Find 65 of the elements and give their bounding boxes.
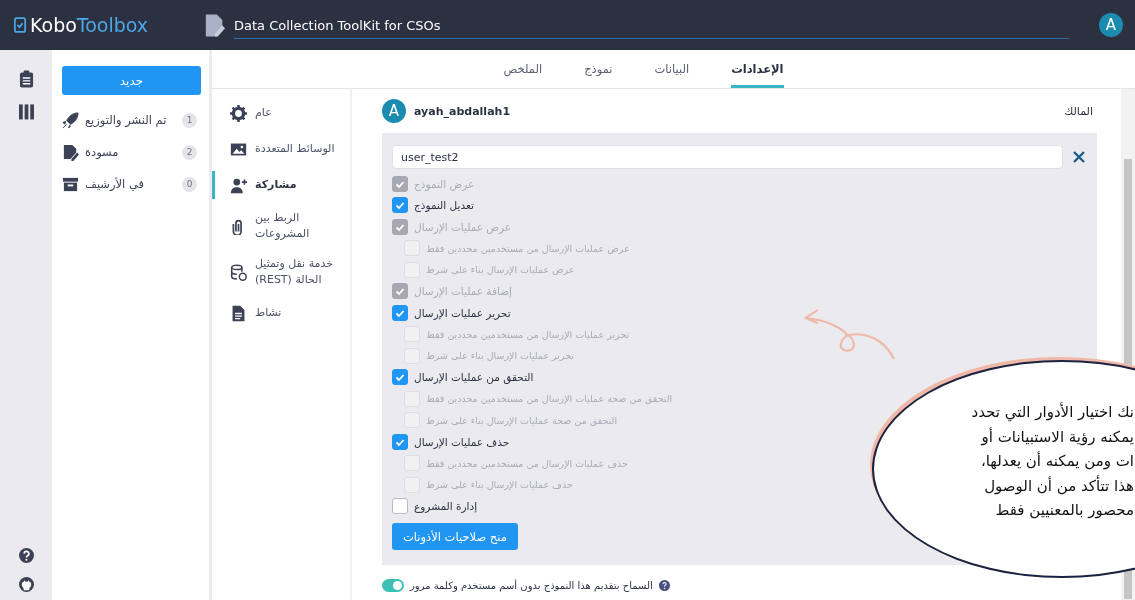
- database-icon: [230, 263, 247, 281]
- permission-label: عرض عمليات الإرسال بناء على شرط: [426, 264, 575, 276]
- owner-username: ayah_abdallah1: [414, 104, 512, 118]
- archive-box-icon: [62, 175, 79, 193]
- settings-nav-item[interactable]: الوسائط المتعددة: [255, 141, 335, 157]
- permission-label: إضافة عمليات الإرسال: [414, 285, 513, 298]
- permission-label: تحرير عمليات الإرسال بناء على شرط: [426, 350, 574, 362]
- sidebar-item[interactable]: في الأرشيف: [85, 177, 172, 191]
- callout-text: نك اختيار الأدوار التي تحدد: [970, 401, 1134, 424]
- permission-label: التحقق من صحة عمليات الإرسال بناء على شرط: [426, 414, 618, 426]
- permission-label: التحقق من عمليات الإرسال: [414, 371, 534, 384]
- owner-role-label: المالك: [1064, 104, 1093, 118]
- rocket-icon: [62, 111, 79, 129]
- toggle-label: السماح بتقديم هذا النموذج بدون أسم مستخدم وكلمة مرور: [410, 580, 653, 591]
- settings-nav-item[interactable]: الربط بين المشروعات: [255, 210, 342, 242]
- checkbox[interactable]: [392, 369, 408, 386]
- checkbox[interactable]: [392, 498, 408, 515]
- tab[interactable]: الإعدادات: [731, 56, 784, 88]
- settings-nav-item[interactable]: عام: [255, 105, 272, 121]
- permission-label: عرض النموذج: [414, 177, 475, 190]
- callout-text: يمكنه رؤية الاستبيانات أو: [980, 426, 1134, 448]
- user-avatar[interactable]: A: [1099, 13, 1123, 37]
- checkbox[interactable]: [392, 197, 408, 214]
- permission-label: حذف عمليات الإرسال من مستخدمين محددين فقط: [426, 457, 628, 469]
- toggle-switch[interactable]: [382, 579, 404, 592]
- username-input-field[interactable]: user_test2: [392, 145, 1063, 169]
- count-badge: 1: [182, 112, 197, 128]
- settings-nav-item[interactable]: نشاط: [255, 305, 282, 321]
- callout-text: هذا تتأكد من أن الوصول: [983, 474, 1134, 497]
- permission-label: التحقق من صحة عمليات الإرسال من مستخدمين محددين فقط: [426, 393, 673, 405]
- tab[interactable]: البيانات: [654, 56, 690, 88]
- help-icon[interactable]: [18, 548, 34, 563]
- project-title-field[interactable]: Data Collection ToolKit for CSOs: [234, 15, 1069, 39]
- settings-nav-item[interactable]: مشاركة: [255, 177, 297, 193]
- file-pencil-icon: [204, 12, 226, 38]
- user-avatar: A: [382, 99, 406, 123]
- sidebar-item[interactable]: مسودة: [85, 145, 172, 159]
- permission-label: إدارة المشروع: [414, 500, 478, 513]
- library-icon[interactable]: [18, 102, 34, 120]
- pencil-file-icon: [62, 143, 79, 161]
- help-icon[interactable]: [658, 580, 670, 591]
- count-badge: 2: [182, 144, 197, 160]
- document-icon: [230, 304, 247, 322]
- logo-icon[interactable]: [14, 17, 26, 33]
- permission-label: تحرير عمليات الإرسال من مستخدمين محددين فقط: [426, 328, 630, 340]
- logo-text[interactable]: KoboToolbox: [30, 14, 149, 36]
- close-icon[interactable]: [1073, 151, 1085, 163]
- tab[interactable]: الملخص: [503, 56, 543, 88]
- user-plus-icon: [230, 176, 247, 194]
- permission-label: عرض عمليات الإرسال: [414, 220, 512, 233]
- tab[interactable]: نموذج: [584, 56, 613, 88]
- permission-label: تعديل النموذج: [414, 199, 474, 212]
- callout-text: محصور بالمعنيين فقط: [994, 500, 1134, 521]
- permission-label: حذف عمليات الإرسال بناء على شرط: [426, 479, 573, 491]
- permission-label: تحرير عمليات الإرسال: [414, 306, 511, 319]
- permission-label: حذف عمليات الإرسال: [414, 435, 510, 448]
- sidebar-item[interactable]: تم النشر والتوزيع: [85, 113, 172, 127]
- gear-icon: [230, 104, 247, 122]
- permission-label: عرض عمليات الإرسال من مستخدمين محددين فقط: [426, 242, 630, 254]
- clipboard-icon[interactable]: [18, 70, 34, 88]
- settings-nav-item[interactable]: خدمة نقل وتمثيل الحالة (REST): [255, 256, 342, 288]
- checkbox[interactable]: [392, 433, 408, 450]
- callout-text: ات ومن يمكنه أن يعدلها،: [979, 450, 1134, 472]
- checkbox[interactable]: [392, 304, 408, 321]
- count-badge: 0: [182, 176, 197, 192]
